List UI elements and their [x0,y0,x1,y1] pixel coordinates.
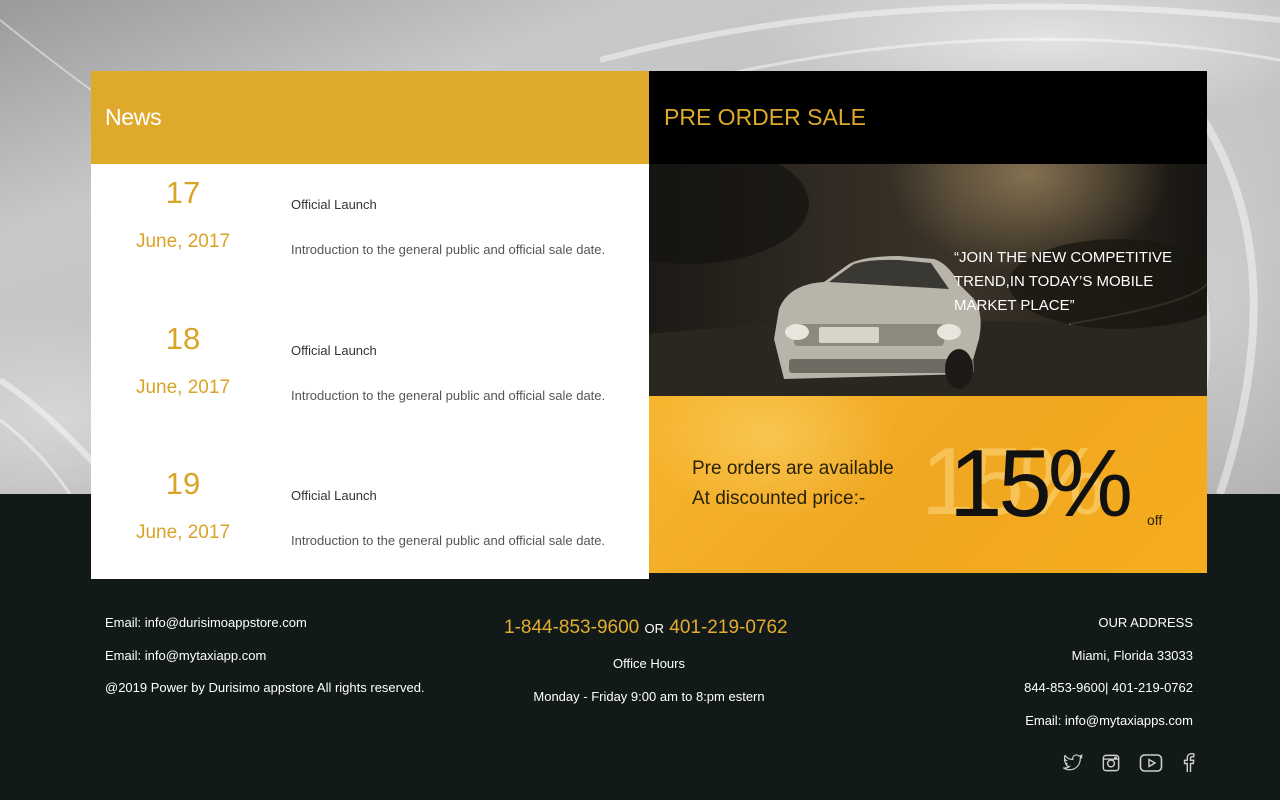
offer-line-2: At discounted price:- [692,488,866,509]
offer-off-label: off [1147,512,1163,528]
office-hours: Monday - Friday 9:00 am to 8:pm estern [533,689,765,704]
facebook-icon[interactable] [1176,750,1202,776]
instagram-icon[interactable] [1098,750,1124,776]
preorder-header: PRE ORDER SALE [649,71,1207,164]
car-image: “JOIN THE NEW COMPETITIVE TREND,IN TODAY… [649,164,1207,396]
offer-percent: 15% [949,430,1133,537]
address-phones[interactable]: 844-853-9600| 401-219-0762 [1024,680,1193,695]
offer-text: Pre orders are available At discounted p… [692,454,894,514]
news-description: Introduction to the general public and o… [291,242,606,257]
address-title: OUR ADDRESS [1098,615,1193,630]
phone-1[interactable]: 1-844-853-9600 [504,617,639,638]
office-hours-label: Office Hours [612,656,685,671]
footer-phones: 1-844-853-9600 OR 401-219-0762 [504,617,788,639]
news-day: 19 [165,466,201,501]
news-title: News [105,104,162,130]
news-description: Introduction to the general public and o… [291,533,606,548]
news-month: June, 2017 [135,231,231,252]
news-item: 17 June, 2017 Official Launch Introducti… [91,175,649,305]
news-day: 18 [165,321,201,356]
news-item: 18 June, 2017 Official Launch Introducti… [91,321,649,451]
news-headline[interactable]: Official Launch [291,197,377,212]
preorder-title: PRE ORDER SALE [664,104,866,130]
news-panel: News 17 June, 2017 Official Launch Intro… [91,71,649,579]
news-header: News [91,71,649,164]
news-month: June, 2017 [135,522,231,543]
footer-email-2[interactable]: Email: info@mytaxiapp.com [105,648,266,663]
offer-banner: Pre orders are available At discounted p… [649,396,1207,573]
youtube-icon[interactable] [1138,750,1164,776]
footer-copyright: @2019 Power by Durisimo appstore All rig… [105,680,425,695]
address-email[interactable]: Email: info@mytaxiapps.com [1025,713,1193,728]
footer-email-1[interactable]: Email: info@durisimoappstore.com [105,615,307,630]
preorder-quote: “JOIN THE NEW COMPETITIVE TREND,IN TODAY… [954,249,1173,314]
news-month: June, 2017 [135,377,231,398]
news-headline[interactable]: Official Launch [291,488,377,503]
phone-2[interactable]: 401-219-0762 [669,617,787,638]
preorder-panel: PRE ORDER SALE “JOIN THE NEW COMPETITIVE… [649,71,1207,573]
news-day: 17 [165,175,201,210]
address-city: Miami, Florida 33033 [1071,648,1193,663]
twitter-icon[interactable] [1060,750,1086,776]
news-item: 19 June, 2017 Official Launch Introducti… [91,466,649,596]
news-description: Introduction to the general public and o… [291,388,606,403]
news-headline[interactable]: Official Launch [291,343,377,358]
phone-or: OR [644,621,665,636]
offer-line-1: Pre orders are available [692,458,894,479]
